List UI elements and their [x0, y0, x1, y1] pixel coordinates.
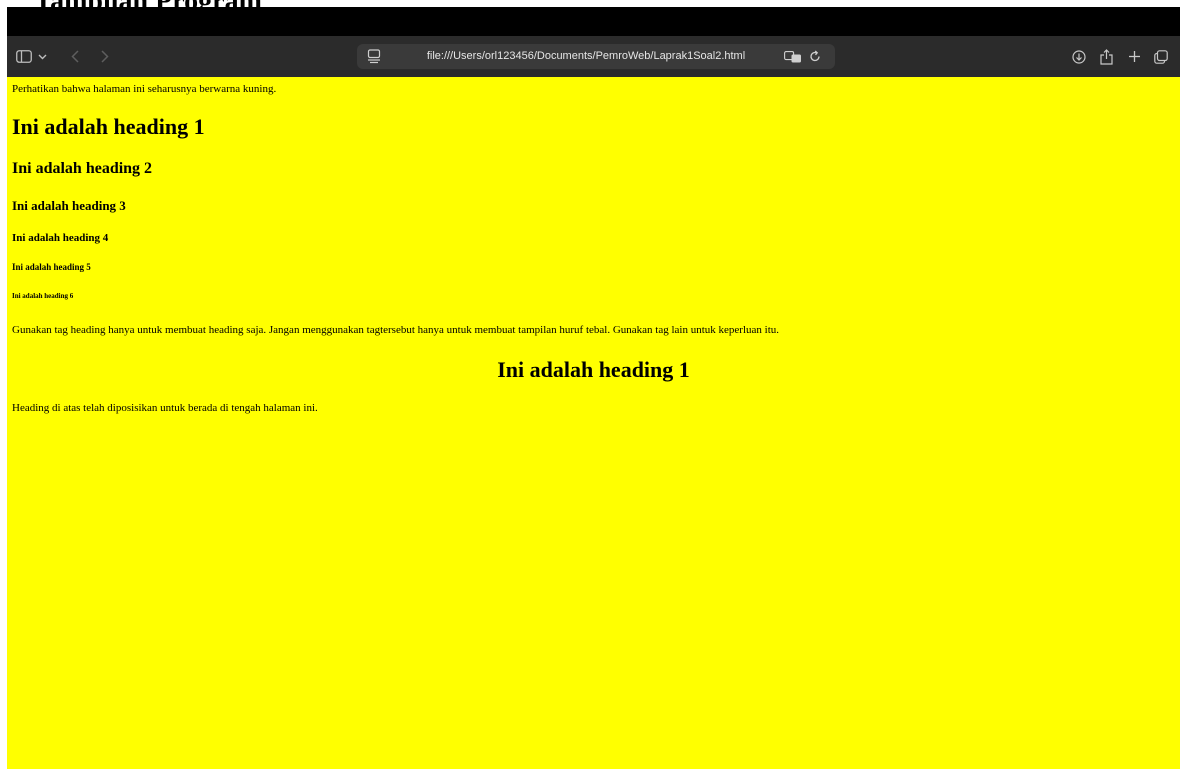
heading-2: Ini adalah heading 2: [12, 160, 153, 177]
intro-paragraph: Perhatikan bahwa halaman ini seharusnya …: [12, 83, 277, 95]
reload-icon[interactable]: [807, 48, 823, 65]
translate-icon[interactable]: [783, 48, 803, 65]
page-icon: [367, 49, 381, 64]
document-frame: Tampilan Program: [0, 0, 1180, 769]
browser-toolbar: file:///Users/orl123456/Documents/PemroW…: [7, 36, 1180, 77]
heading-4: Ini adalah heading 4: [12, 232, 109, 244]
after-paragraph: Heading di atas telah diposisikan untuk …: [12, 402, 318, 414]
heading-6: Ini adalah heading 6: [12, 292, 74, 300]
forward-icon[interactable]: [97, 36, 113, 77]
url-text[interactable]: file:///Users/orl123456/Documents/PemroW…: [397, 44, 775, 69]
heading-5: Ini adalah heading 5: [12, 262, 91, 272]
page-content: Perhatikan bahwa halaman ini seharusnya …: [7, 77, 1180, 769]
heading-3: Ini adalah heading 3: [12, 198, 126, 213]
plus-icon[interactable]: [1123, 36, 1145, 77]
heading-1-centered: Ini adalah heading 1: [497, 357, 690, 382]
note-paragraph: Gunakan tag heading hanya untuk membuat …: [12, 324, 780, 336]
share-icon[interactable]: [1095, 36, 1117, 77]
chevron-down-icon[interactable]: [35, 36, 49, 77]
heading-1: Ini adalah heading 1: [12, 114, 205, 139]
download-icon[interactable]: [1068, 36, 1090, 77]
address-bar[interactable]: file:///Users/orl123456/Documents/PemroW…: [357, 44, 835, 69]
sidebar-icon[interactable]: [13, 36, 35, 77]
back-icon[interactable]: [67, 36, 83, 77]
tabs-icon[interactable]: [1150, 36, 1172, 77]
browser-window: file:///Users/orl123456/Documents/PemroW…: [7, 7, 1180, 769]
right-toolbar-group: [1060, 36, 1180, 77]
